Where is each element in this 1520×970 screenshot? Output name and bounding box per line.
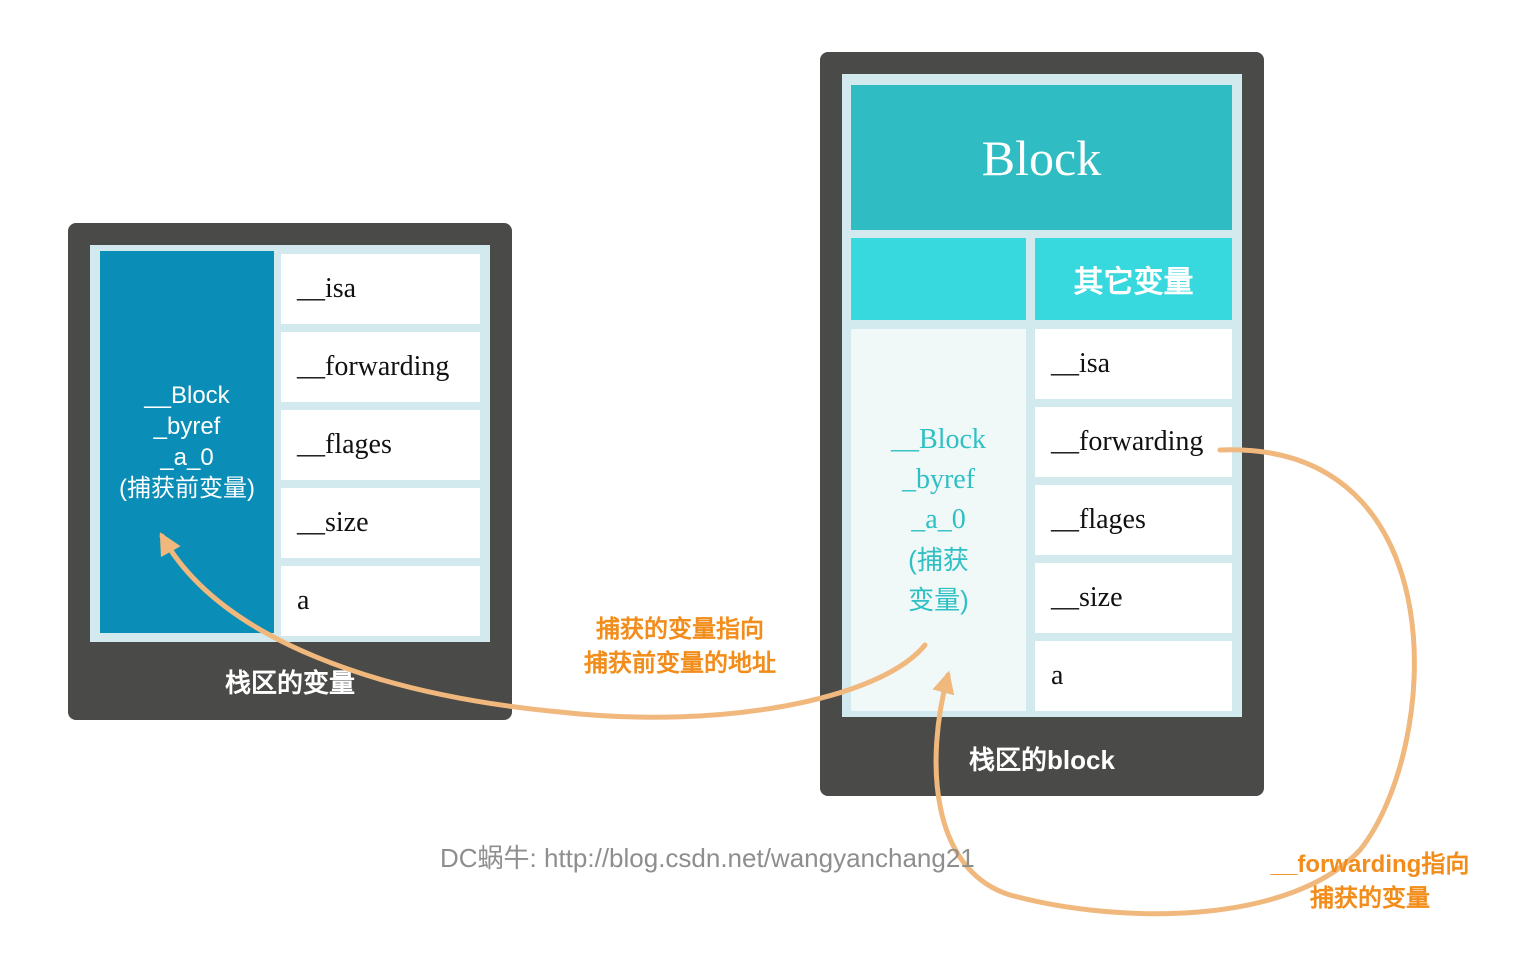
forwarding-annotation: __forwarding指向 捕获的变量	[1250, 848, 1490, 916]
arrows-overlay	[159, 447, 1417, 917]
capture-annotation-line: 捕获前变量的地址	[584, 650, 776, 677]
forwarding-pointer-arrow	[932, 447, 1417, 917]
forwarding-annotation-line: 捕获的变量	[1310, 885, 1430, 912]
capture-annotation: 捕获的变量指向 捕获前变量的地址	[540, 613, 820, 681]
forwarding-annotation-line: __forwarding指向	[1270, 851, 1470, 878]
capture-annotation-line: 捕获的变量指向	[596, 616, 764, 643]
watermark: DC蜗牛: http://blog.csdn.net/wangyanchang2…	[440, 843, 975, 873]
